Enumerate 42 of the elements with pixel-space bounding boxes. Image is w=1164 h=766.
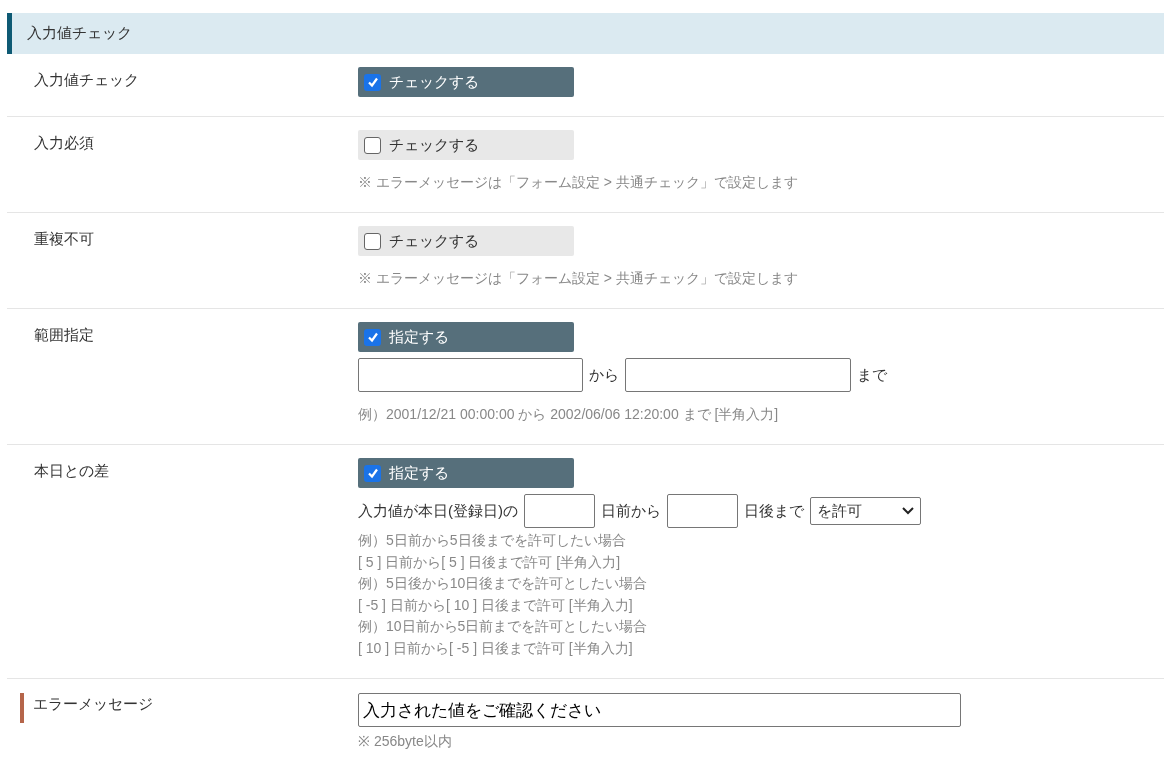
checkbox-option[interactable]: 指定する: [358, 322, 574, 352]
example-text: 例）10日前から5日前までを許可としたい場合: [358, 617, 649, 636]
example-text: [ 10 ] 日前から[ -5 ] 日後まで許可 [半角入力]: [358, 638, 634, 658]
error-message-field[interactable]: 入力された値をご確認ください: [358, 693, 961, 727]
example-text: 例）5日後から10日後までを許可としたい場合: [358, 574, 649, 593]
checkmark-icon: [366, 467, 379, 479]
example-text: [ 5 ] 日前から[ 5 ] 日後まで許可 [半角入力]: [358, 552, 622, 572]
chevron-down-icon: [902, 507, 914, 515]
days-after-label: 日後まで: [744, 500, 804, 521]
permission-select[interactable]: を許可: [810, 497, 921, 525]
days-before-field[interactable]: [524, 494, 595, 528]
checkbox[interactable]: [364, 73, 381, 91]
field-label: エラーメッセージ: [20, 693, 153, 723]
section-header: 入力値チェック: [7, 13, 1164, 54]
range-suffix: まで: [857, 364, 887, 385]
checkbox-option[interactable]: チェックする: [358, 67, 574, 97]
range-connector: から: [589, 364, 619, 385]
checkbox[interactable]: [364, 136, 381, 154]
hint-text: 例）2001/12/21 00:00:00 から 2002/06/06 12:20:00 まで [半角入力]: [358, 405, 780, 424]
field-label: 入力必須: [34, 133, 94, 153]
range-start-field[interactable]: [358, 358, 583, 392]
field-label: 重複不可: [34, 229, 94, 249]
checkbox[interactable]: [364, 464, 381, 482]
field-label: 範囲指定: [34, 325, 94, 345]
example-text: 例）5日前から5日後までを許可したい場合: [358, 531, 627, 550]
days-prefix: 入力値が本日(登録日)の: [358, 500, 518, 521]
days-before-label: 日前から: [601, 500, 661, 521]
days-after-field[interactable]: [667, 494, 738, 528]
example-text: [ -5 ] 日前から[ 10 ] 日後まで許可 [半角入力]: [358, 595, 634, 615]
field-label: 入力値チェック: [34, 70, 139, 90]
checkbox-option[interactable]: チェックする: [358, 226, 574, 256]
hint-text: ※ エラーメッセージは「フォーム設定 > 共通チェック」で設定します: [358, 269, 799, 288]
checkbox[interactable]: [364, 328, 381, 346]
checkmark-icon: [366, 76, 379, 88]
checkbox[interactable]: [364, 232, 381, 250]
checkbox-option[interactable]: 指定する: [358, 458, 574, 488]
checkmark-icon: [366, 331, 379, 343]
field-label: 本日との差: [34, 461, 109, 481]
hint-text: ※ 256byte以内: [358, 732, 453, 751]
hint-text: ※ エラーメッセージは「フォーム設定 > 共通チェック」で設定します: [358, 173, 799, 192]
range-end-field[interactable]: [625, 358, 851, 392]
checkbox-option[interactable]: チェックする: [358, 130, 574, 160]
